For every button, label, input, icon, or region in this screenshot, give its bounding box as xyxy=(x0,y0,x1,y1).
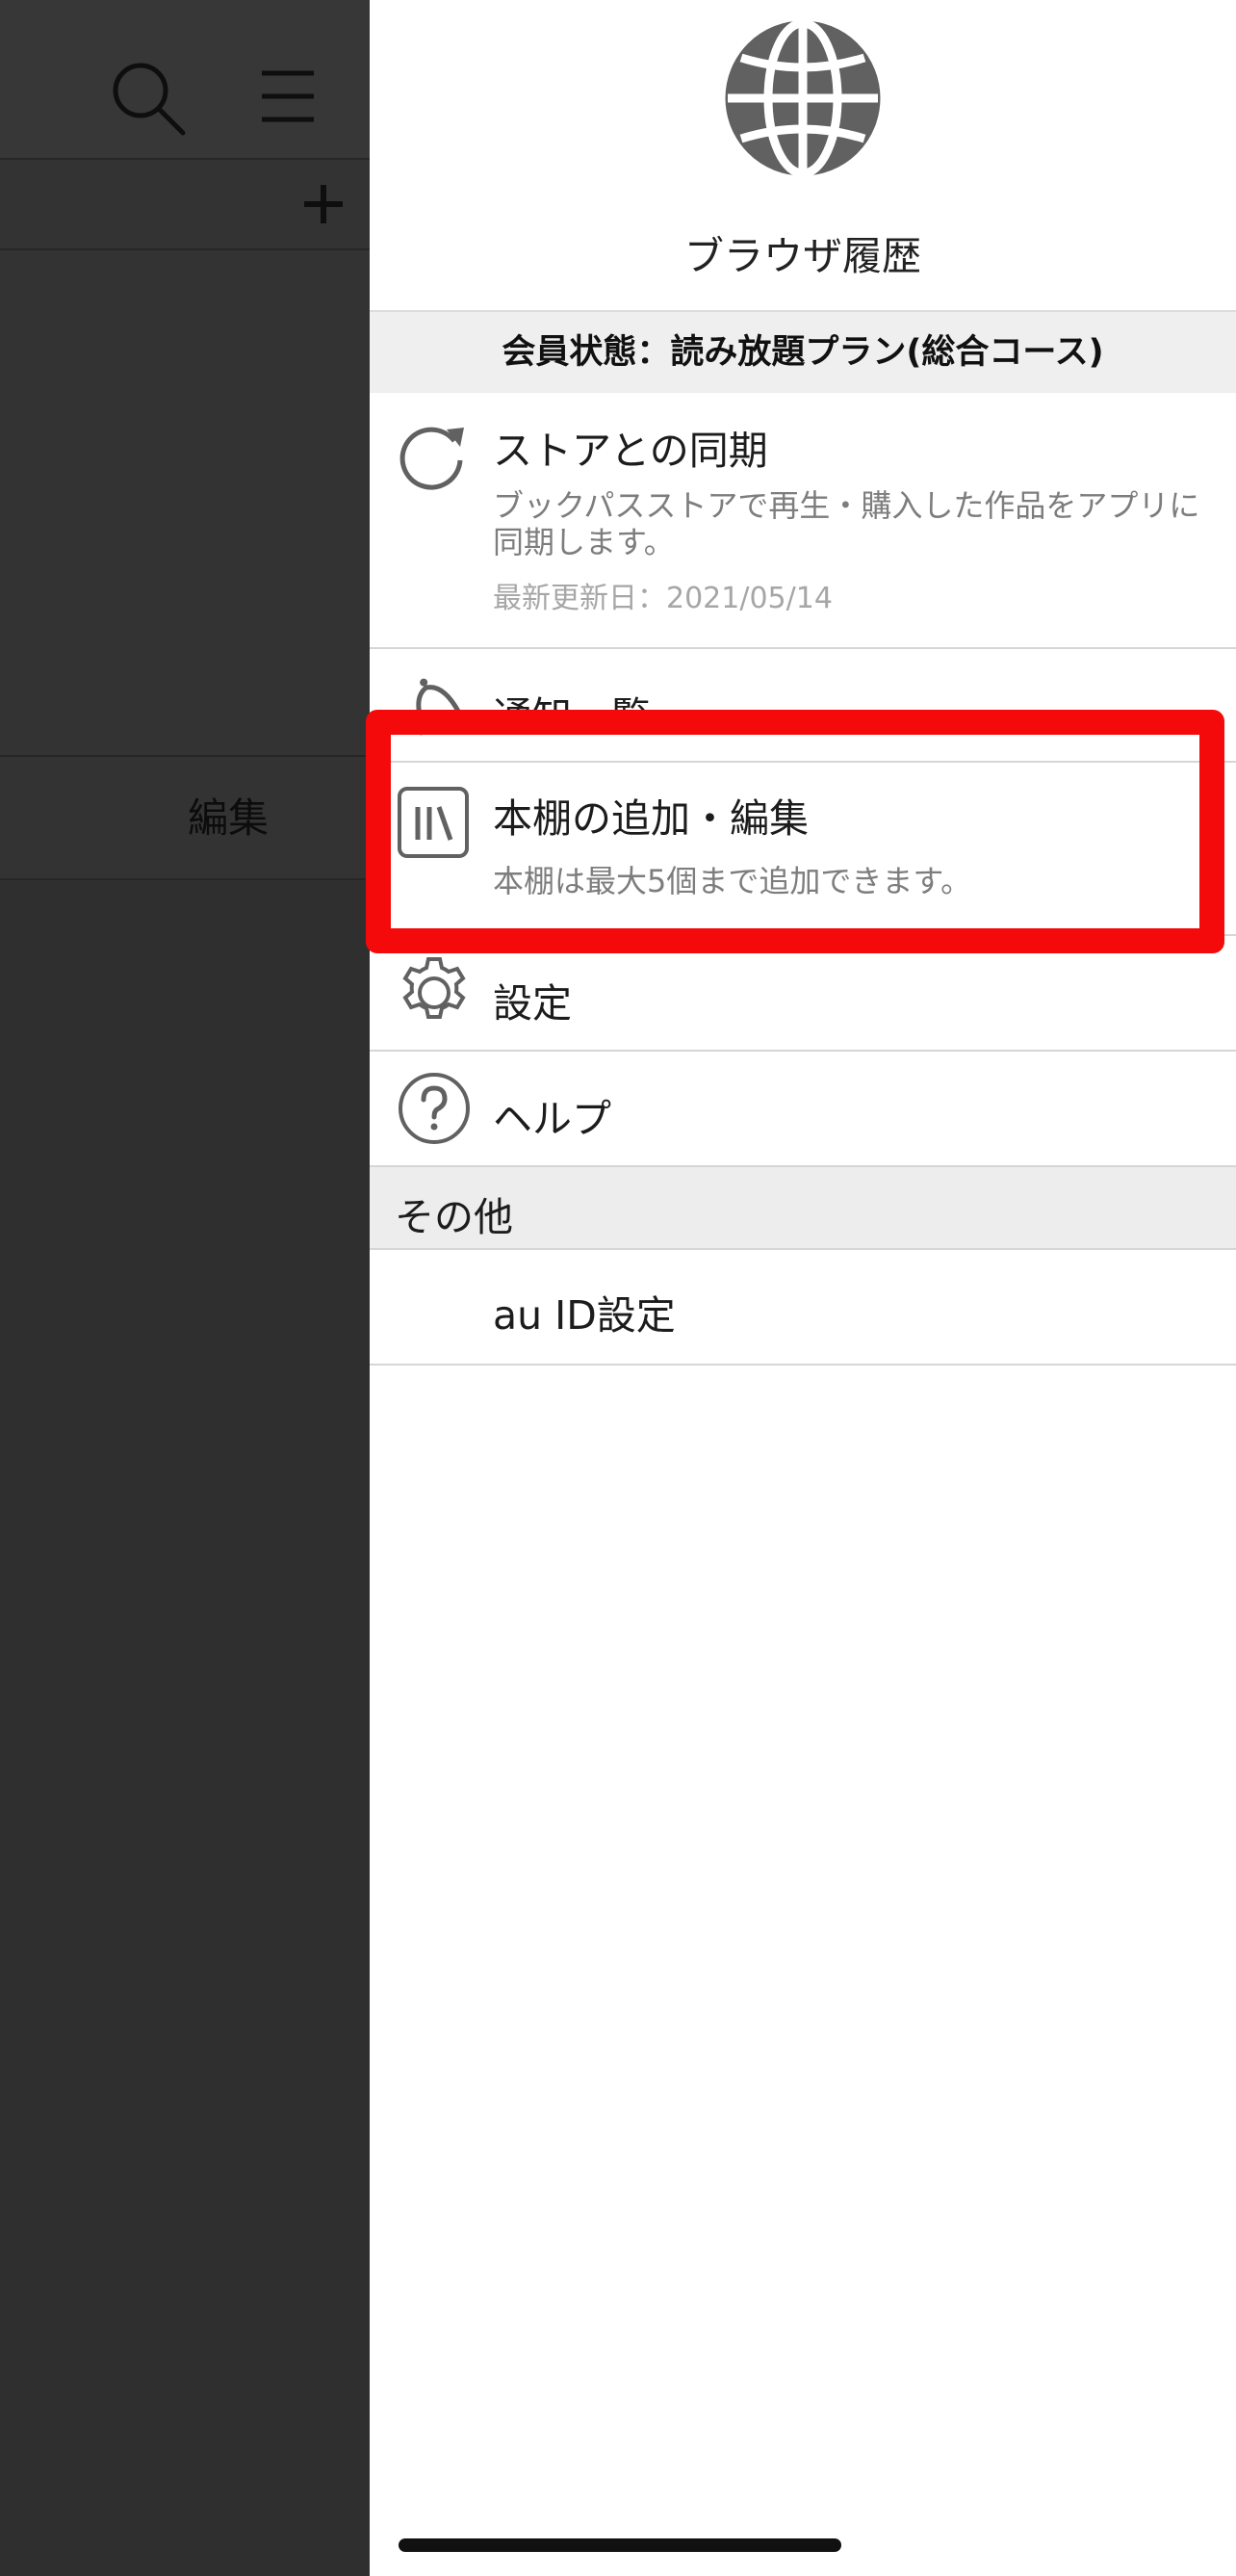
menu-item-help[interactable]: ヘルプ xyxy=(370,1052,1236,1167)
background-top-bar xyxy=(0,0,370,160)
settings-title: 設定 xyxy=(493,980,572,1027)
background-edit-label: 編集 xyxy=(188,794,270,842)
menu-item-store-sync[interactable]: ストアとの同期 ブックパスストアで再生・購入した作品をアプリに同期します。 最新… xyxy=(370,395,1236,649)
hamburger-icon[interactable] xyxy=(260,67,318,125)
sync-title: ストアとの同期 xyxy=(493,428,768,474)
bookshelf-title: 本棚の追加・編集 xyxy=(493,795,809,842)
drawer-header[interactable]: ブラウザ履歴 xyxy=(370,0,1236,312)
section-header-other: その他 xyxy=(370,1167,1236,1250)
search-icon[interactable] xyxy=(108,58,189,139)
bookshelf-icon xyxy=(398,787,469,858)
sync-last-updated: 最新更新日：2021/05/14 xyxy=(493,582,833,615)
sync-description: ブックパスストアで再生・購入した作品をアプリに同期します。 xyxy=(493,487,1200,560)
browser-history-title: ブラウザ履歴 xyxy=(684,233,921,279)
globe-icon xyxy=(725,18,881,178)
help-title: ヘルプ xyxy=(493,1096,611,1142)
refresh-icon xyxy=(399,427,464,490)
menu-item-au-id-settings[interactable]: au ID設定 xyxy=(370,1250,1236,1366)
member-status-bar: 会員状態：読み放題プラン(総合コース) xyxy=(370,312,1236,393)
home-indicator[interactable] xyxy=(399,2538,841,2552)
menu-item-settings[interactable]: 設定 xyxy=(370,936,1236,1052)
background-content xyxy=(0,250,370,757)
plus-icon[interactable] xyxy=(302,183,345,225)
question-icon xyxy=(399,1073,470,1144)
background-toolbar xyxy=(0,160,370,250)
background-app: 編集 xyxy=(0,0,370,2576)
side-drawer: ブラウザ履歴 会員状態：読み放題プラン(総合コース) ストアとの同期 ブックパス… xyxy=(370,0,1236,2576)
section-other-title: その他 xyxy=(395,1194,513,1240)
notifications-title: 通知一覧 xyxy=(493,693,651,740)
gear-icon xyxy=(402,957,466,1019)
bookshelf-description: 本棚は最大5個まで追加できます。 xyxy=(493,863,972,899)
au-id-settings-title: au ID設定 xyxy=(493,1292,676,1339)
bell-icon xyxy=(416,678,467,736)
menu-item-notifications[interactable]: 通知一覧 xyxy=(370,649,1236,763)
background-edit-row[interactable]: 編集 xyxy=(0,757,370,880)
menu-item-bookshelf-edit[interactable]: 本棚の追加・編集 本棚は最大5個まで追加できます。 xyxy=(370,763,1236,936)
